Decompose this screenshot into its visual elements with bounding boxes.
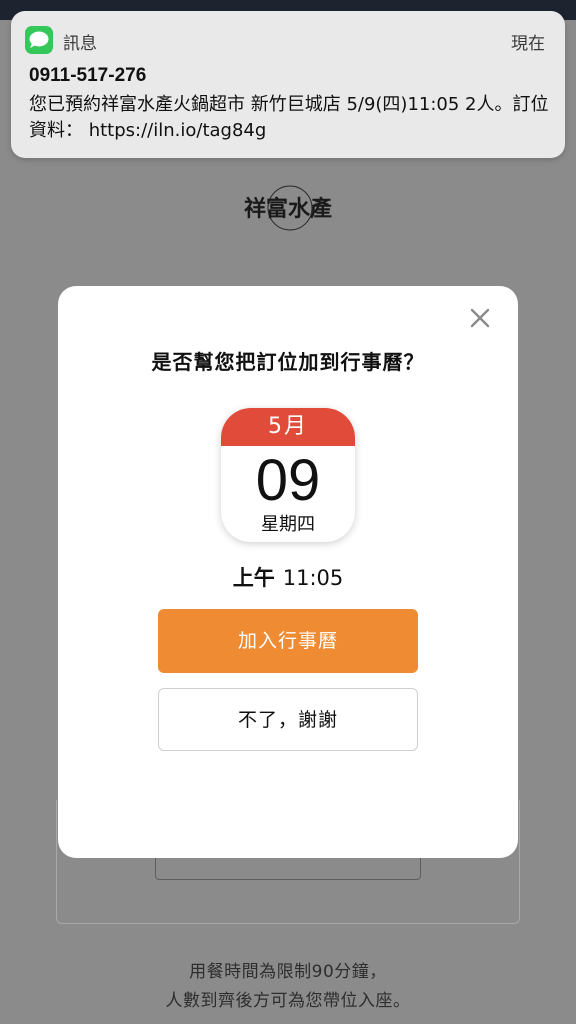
dialog-title: 是否幫您把訂位加到行事曆？	[151, 350, 425, 374]
calendar-weekday: 星期四	[261, 514, 315, 535]
time-value: 11:05	[282, 566, 344, 590]
notification-time: 現在	[511, 34, 545, 54]
calendar-month: 5月	[221, 408, 355, 446]
restaurant-logo: 祥富水產	[238, 180, 338, 236]
time-period: 上午	[232, 566, 275, 590]
calendar-day: 09	[255, 448, 321, 513]
add-to-calendar-button[interactable]: 加入行事曆	[158, 609, 418, 673]
close-icon[interactable]	[466, 304, 494, 332]
notification-body: 您已預約祥富水產火鍋超市 新竹巨城店 5/9(四)11:05 2人。訂位資料： …	[29, 94, 549, 141]
svg-text:祥富水產: 祥富水產	[244, 196, 332, 222]
dining-time-note: 用餐時間為限制90分鐘， 人數到齊後方可為您帶位入座。	[0, 958, 576, 1016]
reservation-time: 上午 11:05	[58, 562, 518, 592]
notification-header: 訊息 現在	[25, 26, 545, 54]
note-line-2: 人數到齊後方可為您帶位入座。	[165, 991, 411, 1011]
notification-app-name: 訊息	[63, 34, 97, 54]
message-notification[interactable]: 訊息 現在 0911-517-276 您已預約祥富水產火鍋超市 新竹巨城店 5/…	[11, 11, 565, 158]
note-line-1: 用餐時間為限制90分鐘，	[189, 962, 387, 982]
decline-button[interactable]: 不了，謝謝	[158, 688, 418, 751]
calendar-icon: 5月 09 星期四	[221, 408, 355, 542]
add-to-calendar-dialog: 是否幫您把訂位加到行事曆？ 5月 09 星期四 上午 11:05 加入行事曆 不了…	[58, 286, 518, 858]
notification-sender: 0911-517-276	[29, 65, 147, 86]
messages-icon	[25, 26, 53, 54]
